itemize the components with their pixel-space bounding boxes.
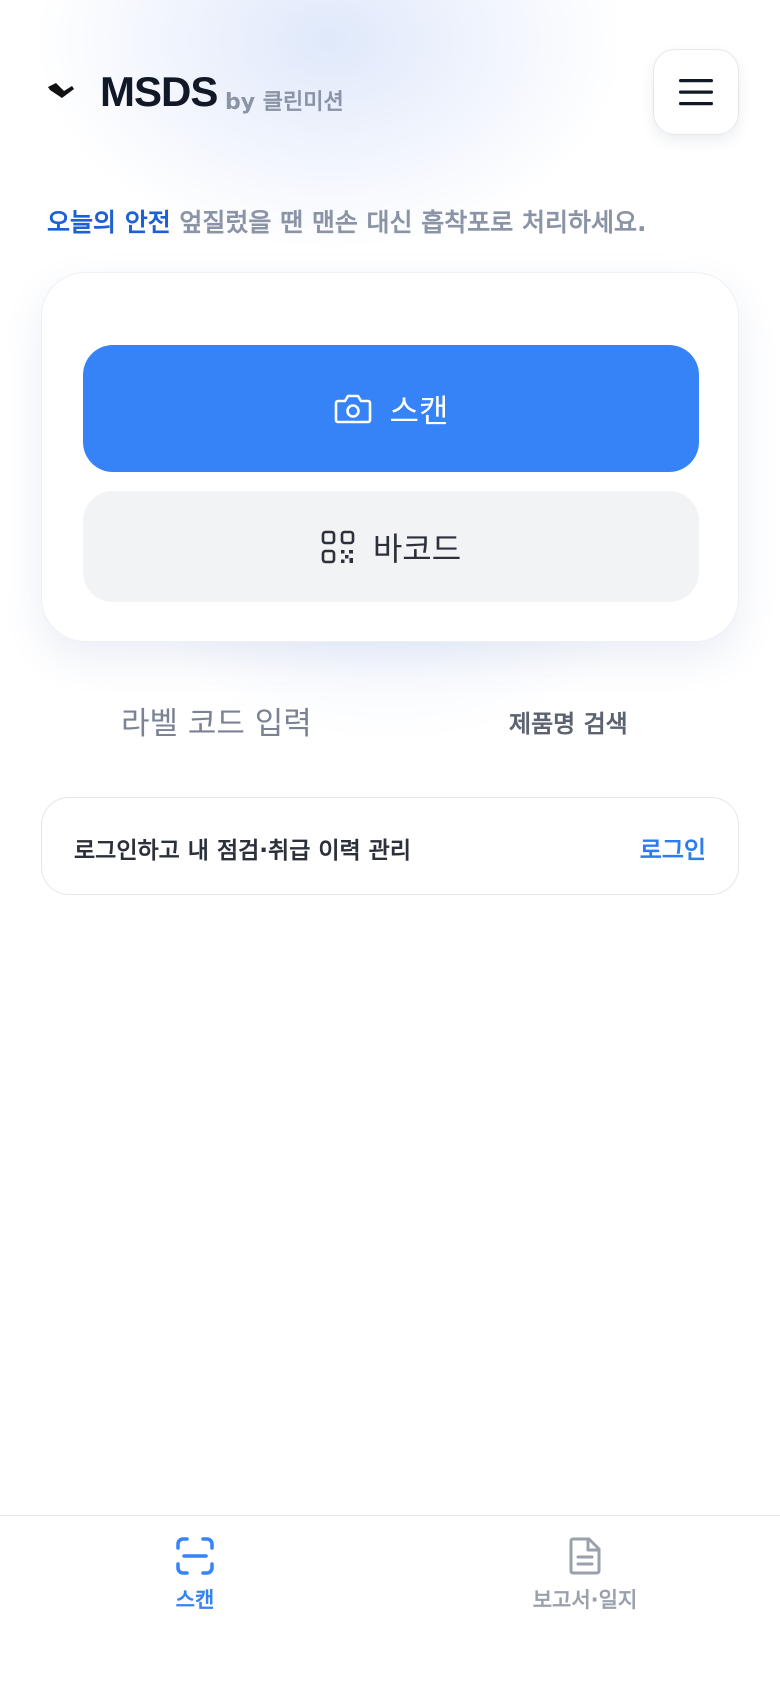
login-banner: 로그인하고 내 점검·취급 이력 관리 로그인 [41, 797, 739, 895]
camera-icon [334, 394, 371, 423]
login-banner-text: 로그인하고 내 점검·취급 이력 관리 [74, 838, 412, 864]
barcode-button[interactable]: 바코드 [83, 491, 699, 602]
login-link[interactable]: 로그인 [640, 830, 706, 865]
safety-tip: 오늘의 안전 엎질렀을 땐 맨손 대신 흡착포로 처리하세요. [47, 203, 646, 239]
qr-code-icon [321, 530, 355, 563]
search-mode-tabs: 라벨 코드 입력 제품명 검색 [41, 690, 739, 754]
scan-card: 스캔 바코드 [41, 272, 739, 642]
safety-tip-text: 엎질렀을 땐 맨손 대신 흡착포로 처리하세요. [170, 208, 647, 237]
nav-item-scan-label: 스캔 [175, 1588, 215, 1612]
document-icon [569, 1537, 601, 1575]
nav-item-reports[interactable]: 보고서·일지 [485, 1536, 685, 1614]
barcode-button-label: 바코드 [372, 529, 462, 568]
tab-product-search[interactable]: 제품명 검색 [509, 704, 628, 739]
brand-logo-icon [48, 83, 74, 98]
brand-subtitle: by 클린미션 [225, 90, 344, 115]
scan-button-label: 스캔 [389, 391, 449, 430]
tab-label-code-input[interactable]: 라벨 코드 입력 [121, 698, 312, 743]
scan-button[interactable]: 스캔 [83, 345, 699, 472]
nav-item-reports-label: 보고서·일지 [532, 1588, 638, 1612]
header: MSDS by 클린미션 [0, 0, 780, 190]
menu-button[interactable] [653, 49, 739, 135]
scan-frame-icon [176, 1537, 214, 1575]
brand-title: MSDS [100, 68, 218, 115]
safety-tip-label: 오늘의 안전 [47, 208, 171, 237]
bottom-navigation: 스캔 보고서·일지 [0, 1515, 780, 1688]
hamburger-menu-icon [679, 79, 713, 106]
nav-item-scan[interactable]: 스캔 [95, 1536, 295, 1614]
app-page: MSDS by 클린미션 오늘의 안전 엎질렀을 땐 맨손 대신 흡착포로 처리… [0, 0, 780, 1688]
